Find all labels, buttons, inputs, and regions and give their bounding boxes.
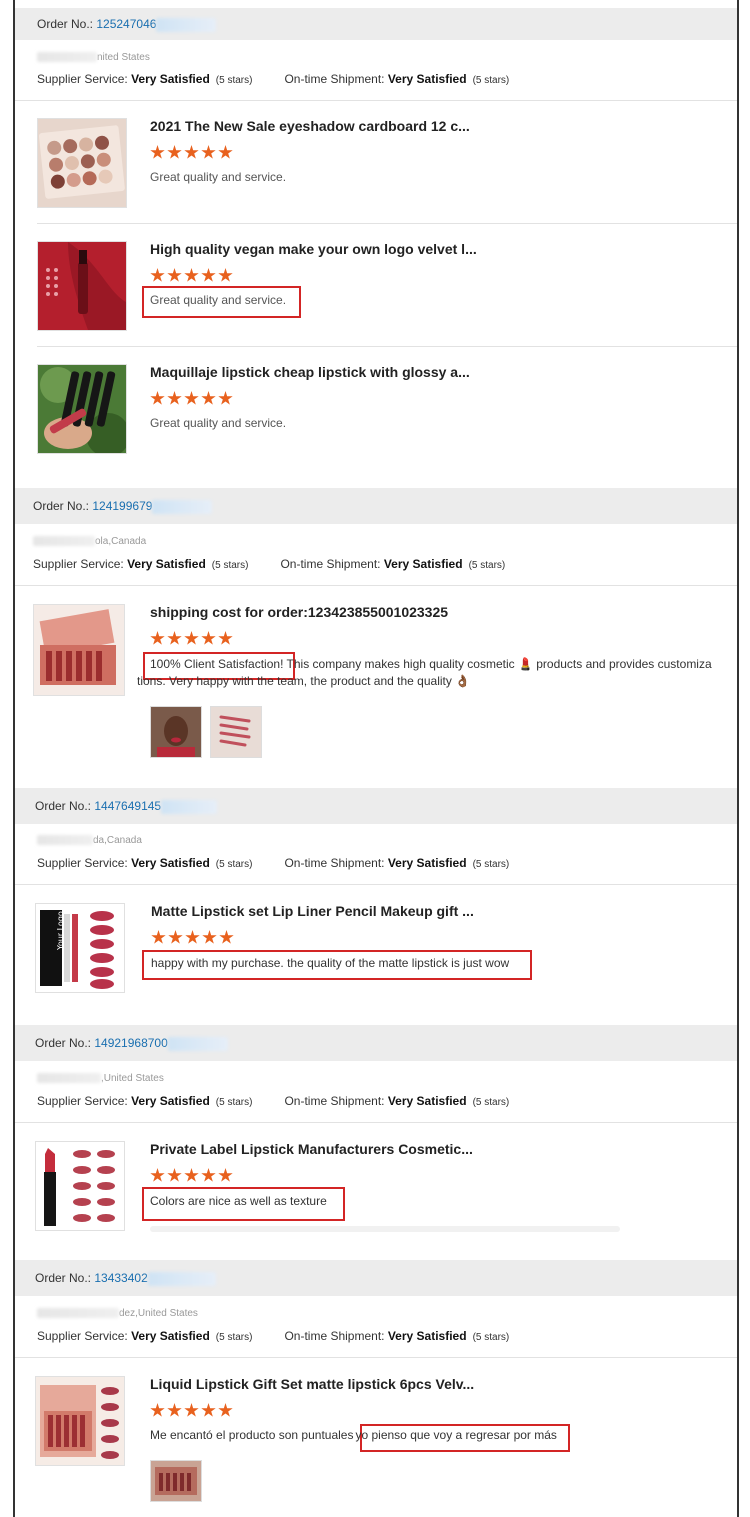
- product-thumbnail-maquillaje-lipstick[interactable]: [37, 364, 127, 454]
- order-label: Order No.:: [35, 799, 92, 813]
- rating-stars: [150, 1403, 235, 1421]
- thumb-logo-text: Your Logo: [56, 911, 65, 951]
- product-thumbnail-lipstick-gift-box[interactable]: [33, 604, 125, 696]
- order-label: Order No.:: [35, 1036, 92, 1050]
- buyer-location: da,Canada: [37, 835, 142, 846]
- rating-stars: [150, 391, 235, 409]
- review-text: Colors are nice as well as texture: [150, 1194, 327, 1208]
- order-header: Order No.: 13433402: [15, 1260, 737, 1296]
- product-title[interactable]: High quality vegan make your own logo ve…: [150, 241, 477, 257]
- review-photo-selfie[interactable]: [150, 706, 202, 758]
- buyer-location: ,United States: [37, 1073, 164, 1084]
- order-number-link[interactable]: 124199679: [92, 499, 152, 513]
- order-number-link[interactable]: 1447649145: [94, 799, 161, 813]
- buyer-location: dez,United States: [37, 1308, 198, 1319]
- review-text: Me encantó el producto son puntuales yo p…: [150, 1428, 557, 1442]
- review-text-continued: tions. Very happy with the team, the pro…: [137, 674, 471, 688]
- product-title[interactable]: shipping cost for order:1234238550010233…: [150, 604, 448, 620]
- review-text: Great quality and service.: [150, 416, 287, 430]
- divider: [15, 585, 737, 586]
- divider: [15, 100, 737, 101]
- review-text: happy with my purchase. the quality of t…: [151, 956, 510, 970]
- order-header: Order No.: 14921968700: [15, 1025, 737, 1061]
- divider: [15, 884, 737, 885]
- divider: [37, 346, 737, 347]
- rating-stars: [150, 145, 235, 163]
- review-photo-gift-box[interactable]: [150, 1460, 202, 1502]
- product-thumbnail-velvet-lipstick[interactable]: [37, 241, 127, 331]
- product-title[interactable]: Matte Lipstick set Lip Liner Pencil Make…: [151, 903, 474, 919]
- service-ratings: Supplier Service: Very Satisfied (5 stars…: [33, 557, 506, 571]
- product-title[interactable]: Private Label Lipstick Manufacturers Cos…: [150, 1141, 473, 1157]
- product-title[interactable]: 2021 The New Sale eyeshadow cardboard 12…: [150, 118, 470, 134]
- review-text: Great quality and service.: [150, 170, 287, 184]
- buyer-location: nited States: [37, 52, 150, 63]
- product-thumbnail-liquid-lipstick-gift-set[interactable]: [35, 1376, 125, 1466]
- order-header: Order No.: 124199679: [15, 488, 737, 524]
- service-ratings: Supplier Service: Very Satisfied (5 stars…: [37, 1329, 510, 1343]
- divider: [37, 223, 737, 224]
- review-page: Order No.: 125247046 nited States Suppli…: [13, 0, 739, 1517]
- buyer-location: ola,Canada: [33, 536, 146, 547]
- order-number-link[interactable]: 13433402: [94, 1271, 147, 1285]
- rating-stars: [150, 631, 235, 649]
- redacted-blur: [147, 1271, 216, 1286]
- order-header: Order No.: 125247046: [15, 8, 737, 40]
- review-photo-swatches[interactable]: [210, 706, 262, 758]
- product-thumbnail-private-label-lipstick[interactable]: [35, 1141, 125, 1231]
- order-label: Order No.:: [33, 499, 90, 513]
- product-title[interactable]: Maquillaje lipstick cheap lipstick with …: [150, 364, 470, 380]
- rating-stars: [150, 1168, 235, 1186]
- redacted-blur: [161, 799, 218, 814]
- rating-stars: [150, 268, 235, 286]
- rating-stars: [151, 930, 236, 948]
- divider: [15, 1357, 737, 1358]
- service-ratings: Supplier Service: Very Satisfied (5 stars…: [37, 1094, 510, 1108]
- service-ratings: Supplier Service: Very Satisfied (5 stars…: [37, 72, 510, 86]
- review-text: 100% Client Satisfaction! This company m…: [150, 657, 712, 671]
- product-thumbnail-matte-lipstick-set[interactable]: Your Logo: [35, 903, 125, 993]
- review-text: Great quality and service.: [150, 293, 287, 307]
- product-thumbnail-eyeshadow[interactable]: [37, 118, 127, 208]
- service-ratings: Supplier Service: Very Satisfied (5 stars…: [37, 856, 510, 870]
- order-number-link[interactable]: 14921968700: [94, 1036, 167, 1050]
- redacted-blur: [156, 17, 217, 32]
- order-label: Order No.:: [35, 1271, 92, 1285]
- order-number-link[interactable]: 125247046: [96, 17, 156, 31]
- order-header: Order No.: 1447649145: [15, 788, 737, 824]
- divider: [15, 1122, 737, 1123]
- faint-placeholder-line: [150, 1226, 620, 1232]
- product-title[interactable]: Liquid Lipstick Gift Set matte lipstick …: [150, 1376, 474, 1392]
- redacted-blur: [167, 1036, 228, 1051]
- redacted-blur: [152, 499, 213, 514]
- order-label: Order No.:: [37, 17, 94, 31]
